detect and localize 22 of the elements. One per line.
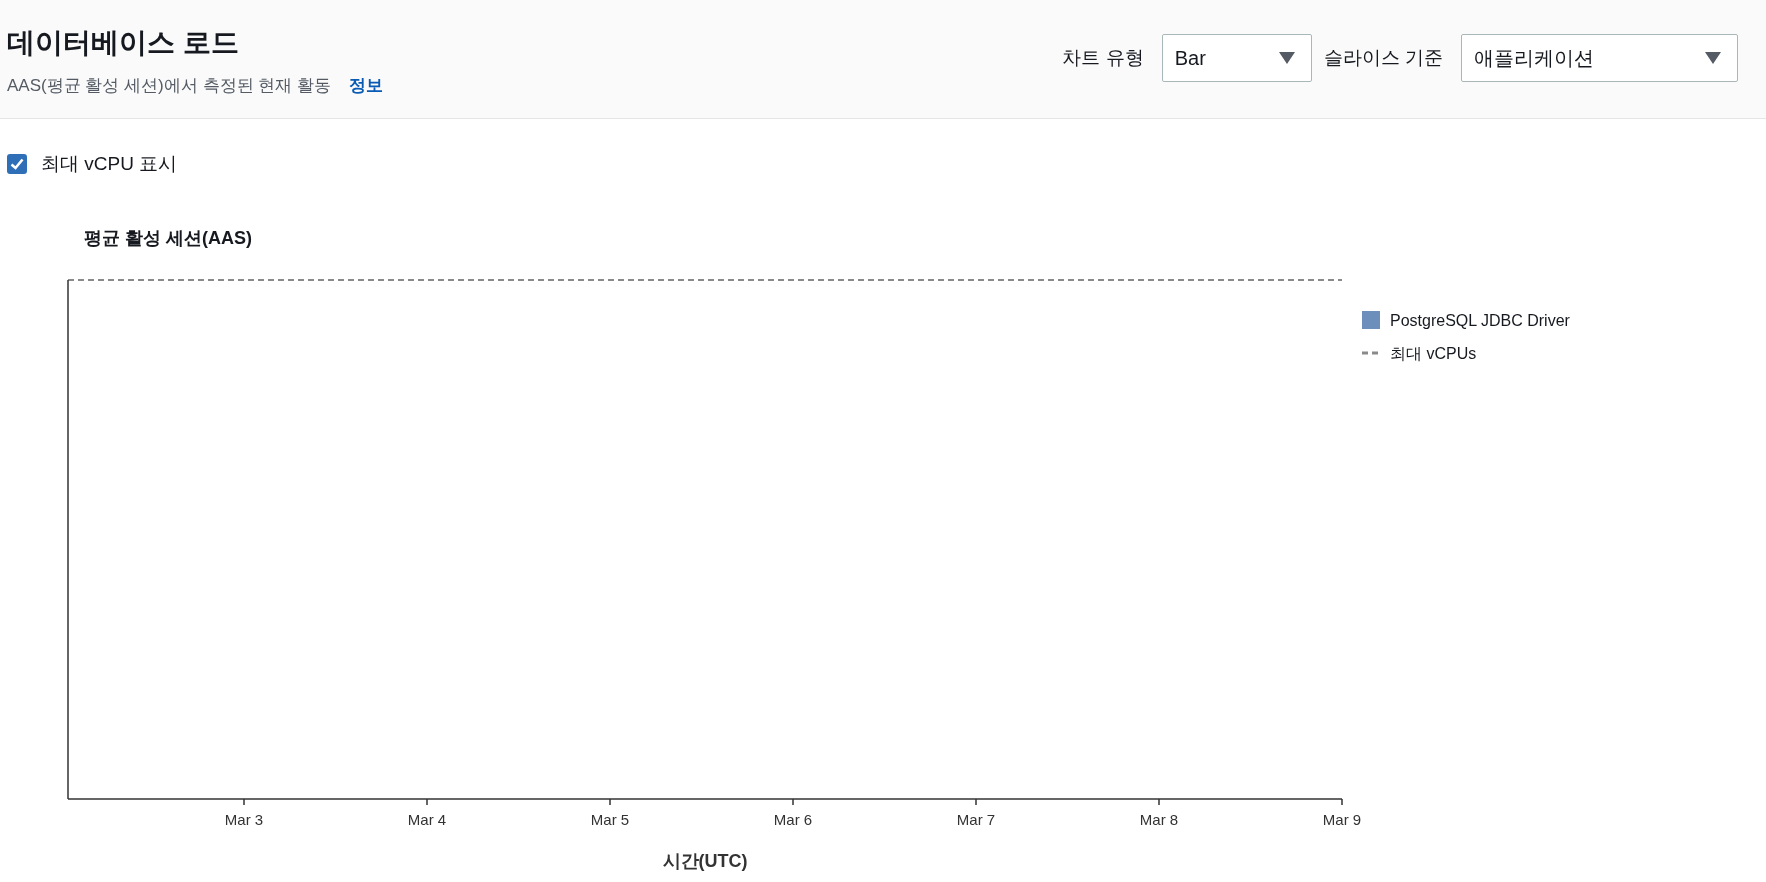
tick-label: Mar 8 [1139, 811, 1179, 828]
tick-label: Mar 5 [590, 811, 630, 828]
subtitle: AAS(평균 활성 세션)에서 측정된 현재 활동 [7, 75, 331, 97]
tick-label: Mar 9 [1322, 811, 1362, 828]
dropdown-label: 차트 유형 [1062, 46, 1144, 70]
caret-icon [1705, 52, 1721, 64]
chart-title: 평균 활성 세션(AAS) [84, 228, 252, 248]
dropdown-label: 슬라이스 기준 [1323, 46, 1443, 70]
tick-label: Mar 7 [956, 811, 996, 828]
x-axis-title: 시간(UTC) [662, 851, 748, 871]
tick-label: Mar 3 [224, 811, 264, 828]
dropdown[interactable]: Bar [1161, 34, 1312, 82]
legend-label: PostgreSQL JDBC Driver [1390, 312, 1570, 329]
checkbox[interactable] [7, 154, 27, 174]
page-title: 데이터베이스 로드 [7, 26, 240, 60]
legend-label: 최대 vCPUs [1390, 345, 1477, 362]
dropdown[interactable]: 애플리케이션 [1461, 34, 1738, 82]
tick-label: Mar 6 [773, 811, 813, 828]
caret-icon [1278, 52, 1295, 64]
tick-label: Mar 4 [407, 811, 447, 828]
info-link[interactable]: 정보 [348, 74, 383, 97]
checkbox-label: 최대 vCPU 표시 [41, 152, 178, 176]
